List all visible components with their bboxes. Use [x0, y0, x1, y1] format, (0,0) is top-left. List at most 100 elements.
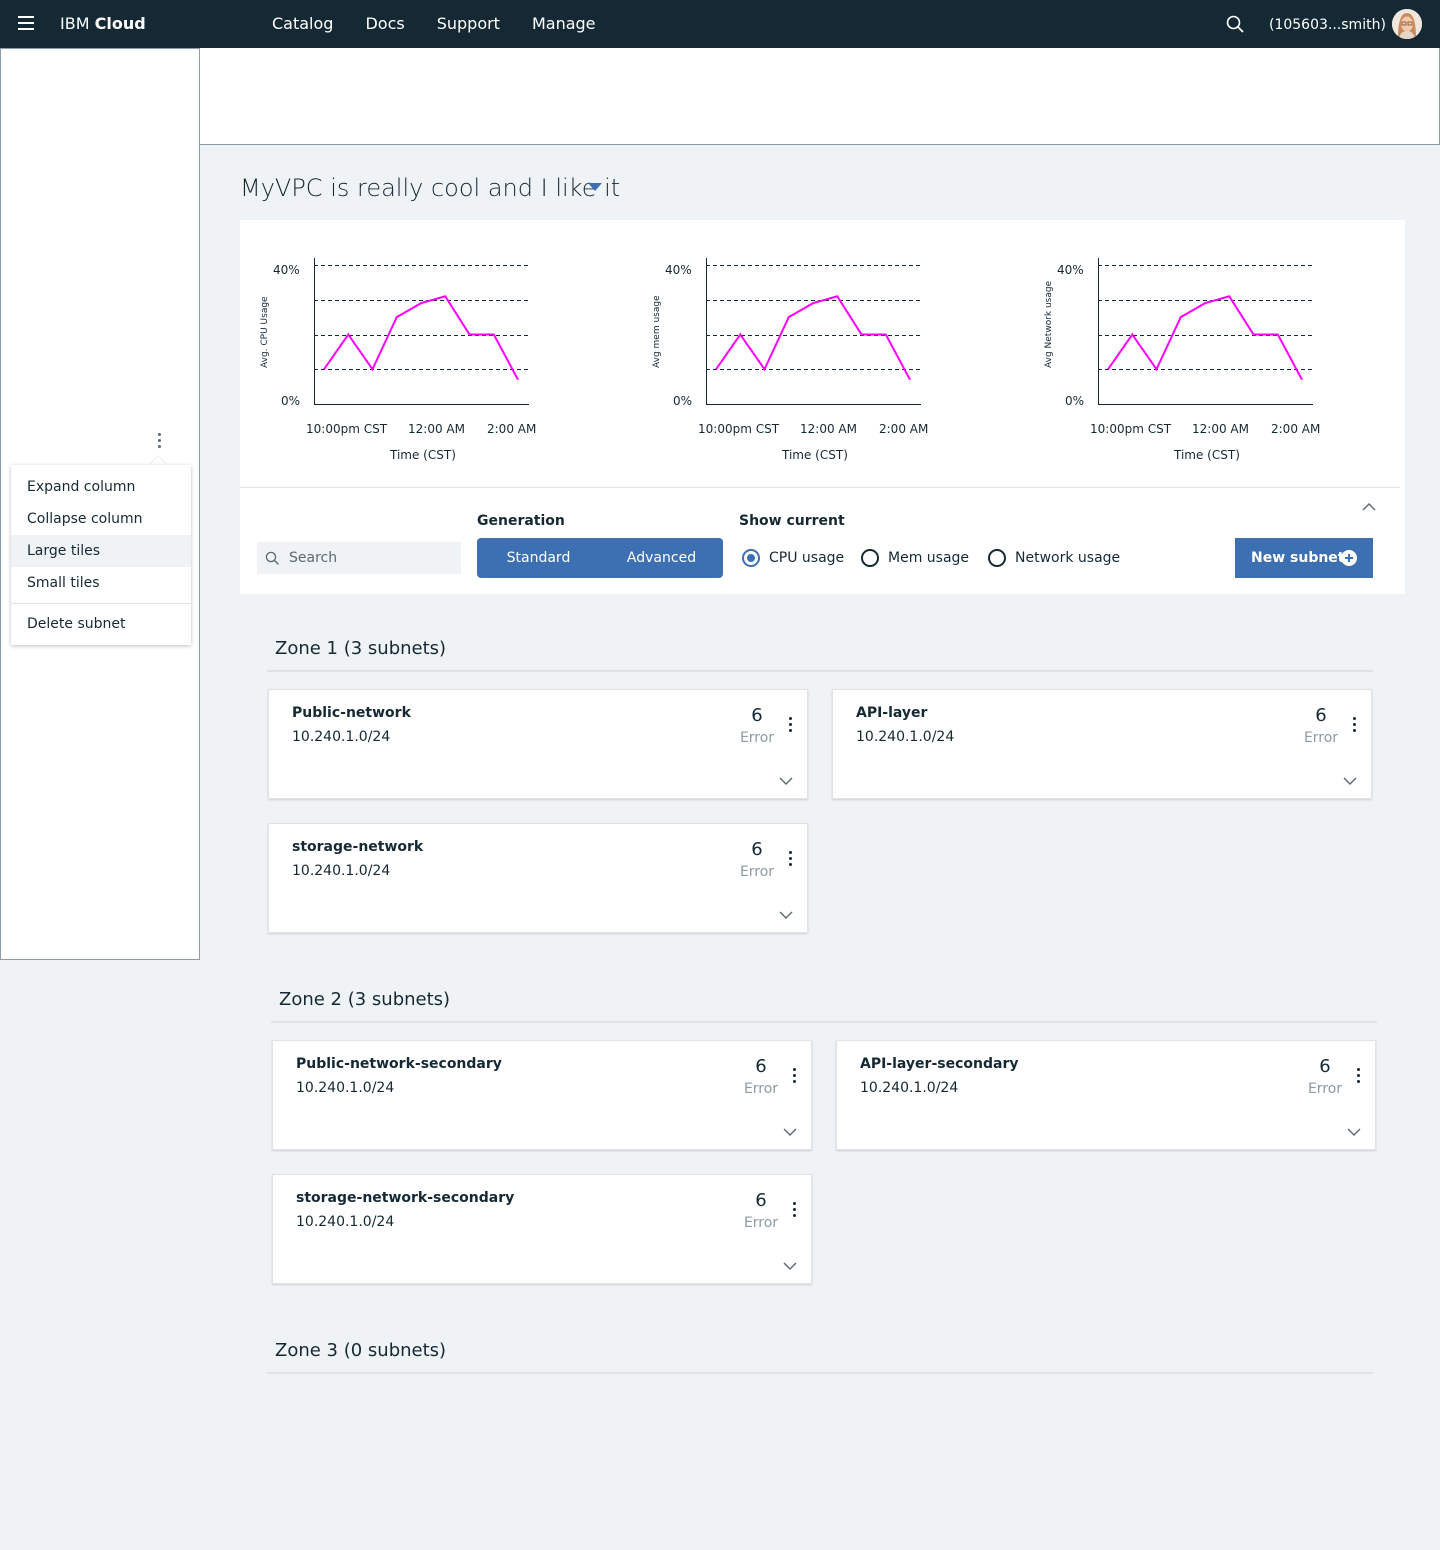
subnet-tile[interactable]: Public-network-secondary 10.240.1.0/24 6…	[272, 1040, 812, 1150]
cpu-usage-chart-svg	[314, 258, 529, 405]
zone-1-divider	[267, 670, 1373, 672]
chevron-down-icon[interactable]	[779, 910, 793, 920]
y-axis-label: Avg mem usage	[652, 295, 662, 368]
network-usage-chart: 40% 0% Avg Network usage 10:00pm CST 12:…	[1039, 220, 1359, 480]
x-axis-label: Time (CST)	[782, 448, 848, 462]
hamburger-menu-icon[interactable]	[18, 16, 34, 30]
nav-catalog[interactable]: Catalog	[272, 14, 333, 34]
overflow-menu-icon[interactable]	[1352, 1068, 1364, 1086]
y-axis-label: Avg Network usage	[1044, 280, 1054, 368]
chevron-down-icon[interactable]	[783, 1261, 797, 1271]
generation-advanced-option[interactable]: Advanced	[600, 538, 723, 578]
zone-2-title: Zone 2 (3 subnets)	[279, 989, 451, 1010]
overflow-menu-icon[interactable]	[788, 1202, 800, 1220]
x-tick-3: 2:00 AM	[487, 422, 537, 436]
new-subnet-label: New subnet	[1251, 550, 1345, 566]
zone-1-title: Zone 1 (3 subnets)	[275, 638, 447, 659]
overflow-menu-icon[interactable]	[784, 717, 796, 735]
overflow-menu-icon[interactable]	[784, 851, 796, 869]
generation-standard-option[interactable]: Standard	[477, 538, 600, 578]
zone-3-divider	[267, 1372, 1373, 1374]
series-line	[323, 295, 519, 381]
subnet-name[interactable]: storage-network-secondary	[296, 1190, 514, 1206]
x-tick-2: 12:00 AM	[800, 422, 857, 436]
chevron-down-icon[interactable]	[783, 1127, 797, 1137]
menu-item-small-tiles[interactable]: Small tiles	[11, 567, 191, 599]
subnet-name[interactable]: storage-network	[292, 839, 423, 855]
search-icon	[265, 551, 279, 565]
status-label: Error	[1307, 1081, 1343, 1097]
status-label: Error	[739, 864, 775, 880]
x-tick-3: 2:00 AM	[879, 422, 929, 436]
radio-network-usage[interactable]: Network usage	[988, 548, 1120, 568]
series-line	[1107, 295, 1303, 381]
radio-mem-usage[interactable]: Mem usage	[861, 548, 969, 568]
page-header-area	[200, 48, 1440, 145]
y-axis-label: Avg. CPU Usage	[260, 296, 270, 368]
subnet-cidr: 10.240.1.0/24	[292, 863, 391, 879]
menu-item-delete-subnet[interactable]: Delete subnet	[11, 608, 191, 640]
mem-usage-chart-svg	[706, 258, 921, 405]
caret-down-icon[interactable]	[587, 182, 603, 192]
menu-item-large-tiles[interactable]: Large tiles	[11, 535, 191, 567]
x-tick-3: 2:00 AM	[1271, 422, 1321, 436]
subnet-tile[interactable]: Public-network 10.240.1.0/24 6 Error	[268, 689, 808, 799]
y-tick-max: 40%	[273, 263, 300, 277]
status-label: Error	[1303, 730, 1339, 746]
subnet-name[interactable]: Public-network-secondary	[296, 1056, 502, 1072]
generation-label: Generation	[477, 513, 565, 529]
chevron-down-icon[interactable]	[1343, 776, 1357, 786]
nav-support[interactable]: Support	[437, 14, 500, 34]
y-tick-min: 0%	[673, 394, 693, 408]
radio-cpu-usage[interactable]: CPU usage	[742, 548, 844, 568]
radio-button	[861, 549, 879, 567]
brand-name-regular: IBM	[60, 14, 90, 33]
x-axis-label: Time (CST)	[390, 448, 456, 462]
x-tick-1: 10:00pm CST	[698, 422, 780, 436]
overflow-menu-icon[interactable]	[1348, 717, 1360, 735]
menu-divider	[11, 603, 191, 604]
radio-label: Mem usage	[888, 550, 970, 566]
radio-button-checked	[742, 549, 760, 567]
mem-usage-chart: 40% 0% Avg mem usage 10:00pm CST 12:00 A…	[647, 220, 967, 480]
chevron-down-icon[interactable]	[1347, 1127, 1361, 1137]
generation-toggle: Standard Advanced	[477, 538, 723, 578]
series-line	[715, 295, 911, 381]
metrics-panel: 40% 0% Avg. CPU Usage 10:00pm CST 12:00 …	[240, 220, 1405, 594]
subnet-cidr: 10.240.1.0/24	[296, 1080, 395, 1096]
search-input[interactable]	[289, 542, 457, 574]
zone-3-title: Zone 3 (0 subnets)	[275, 1340, 447, 1361]
column-overflow-menu-icon[interactable]	[151, 433, 167, 451]
error-count: 6	[1315, 705, 1327, 726]
subnet-tile[interactable]: API-layer-secondary 10.240.1.0/24 6 Erro…	[836, 1040, 1376, 1150]
new-subnet-button[interactable]: New subnet	[1235, 538, 1373, 578]
subnet-name[interactable]: API-layer-secondary	[860, 1056, 1018, 1072]
subnet-name[interactable]: API-layer	[856, 705, 927, 721]
brand-name-bold: Cloud	[94, 14, 146, 33]
subnet-tile[interactable]: storage-network 10.240.1.0/24 6 Error	[268, 823, 808, 933]
menu-item-expand-column[interactable]: Expand column	[11, 471, 191, 503]
search-icon[interactable]	[1226, 15, 1244, 33]
nav-docs[interactable]: Docs	[365, 14, 404, 34]
subnet-name[interactable]: Public-network	[292, 705, 411, 721]
status-label: Error	[743, 1215, 779, 1231]
cpu-usage-chart: 40% 0% Avg. CPU Usage 10:00pm CST 12:00 …	[255, 220, 575, 480]
user-avatar[interactable]	[1392, 9, 1422, 39]
nav-manage[interactable]: Manage	[532, 14, 596, 34]
zone-2-divider	[271, 1021, 1377, 1023]
subnet-cidr: 10.240.1.0/24	[296, 1214, 395, 1230]
menu-item-collapse-column[interactable]: Collapse column	[11, 503, 191, 535]
chevron-up-icon[interactable]	[1362, 502, 1376, 512]
search-field[interactable]	[257, 542, 461, 574]
page-title: MyVPC is really cool and I like it	[240, 174, 621, 202]
subnet-tile[interactable]: storage-network-secondary 10.240.1.0/24 …	[272, 1174, 812, 1284]
overflow-menu-icon[interactable]	[788, 1068, 800, 1086]
brand-logo[interactable]: IBM Cloud	[60, 14, 146, 34]
radio-label: CPU usage	[769, 550, 845, 566]
chevron-down-icon[interactable]	[779, 776, 793, 786]
column-overflow-menu: Expand column Collapse column Large tile…	[11, 465, 191, 645]
status-label: Error	[743, 1081, 779, 1097]
subnet-tile[interactable]: API-layer 10.240.1.0/24 6 Error	[832, 689, 1372, 799]
error-count: 6	[755, 1190, 767, 1211]
account-switcher[interactable]: (105603...smith)	[1269, 16, 1386, 34]
